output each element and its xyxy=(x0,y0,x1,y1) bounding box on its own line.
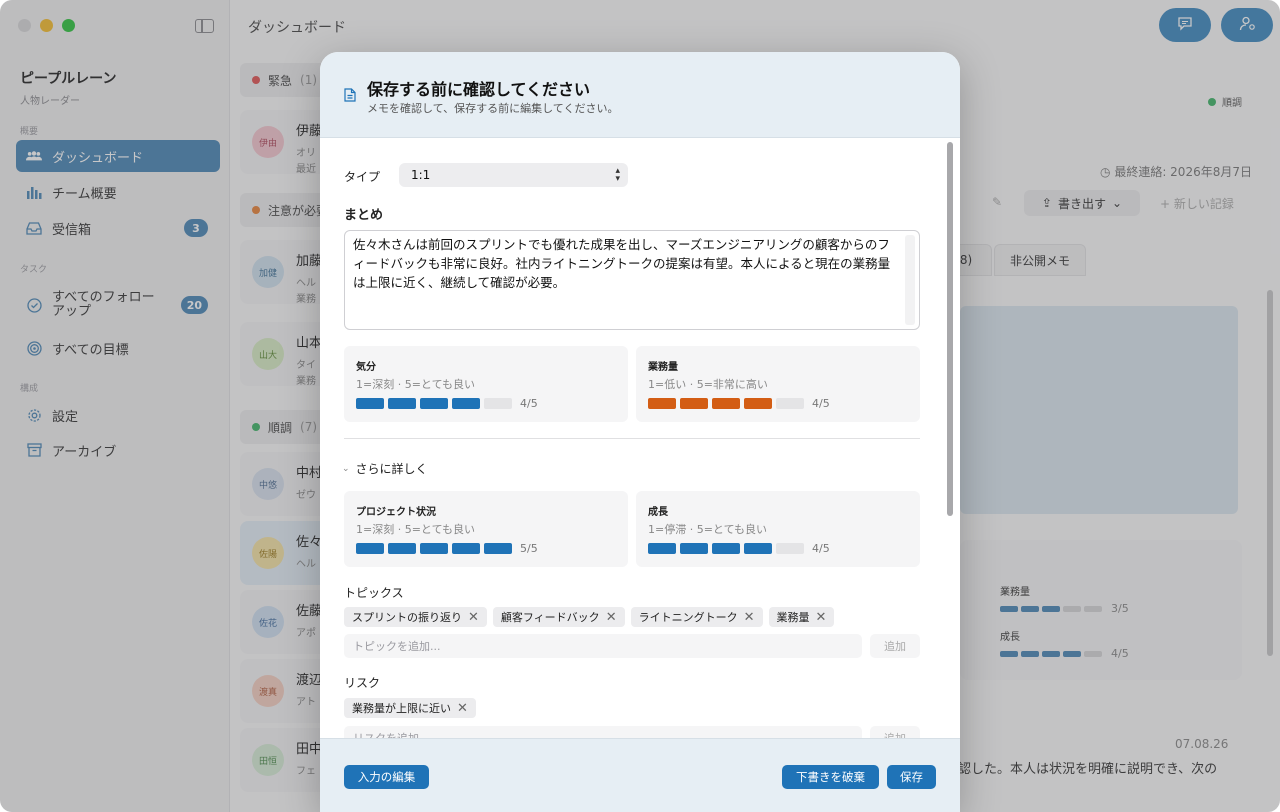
topic-chip: 業務量 ✕ xyxy=(768,607,835,627)
rating-value: 4/5 xyxy=(812,397,830,410)
document-icon xyxy=(344,88,356,105)
topic-chip: 顧客フィードバック ✕ xyxy=(492,607,625,627)
dialog-footer: 入力の編集 下書きを破棄 保存 xyxy=(320,738,960,812)
divider xyxy=(344,438,920,439)
discard-draft-button[interactable]: 下書きを破棄 xyxy=(782,765,879,789)
remove-chip-icon[interactable]: ✕ xyxy=(468,610,479,625)
risk-chip: 業務量が上限に近い ✕ xyxy=(344,698,476,718)
textarea-scrollbar[interactable] xyxy=(905,235,915,325)
rating-title: 気分 xyxy=(356,362,376,373)
rating-segment[interactable] xyxy=(744,398,772,409)
topics-label: トピックス xyxy=(344,586,404,600)
risk-chips: 業務量が上限に近い ✕ xyxy=(344,698,476,718)
workload-rating-card: 業務量 1=低い · 5=非常に高い 4/5 xyxy=(636,346,920,422)
review-dialog: 保存する前に確認してください メモを確認して、保存する前に編集してください。 タ… xyxy=(320,52,960,812)
rating-segment[interactable] xyxy=(452,398,480,409)
rating-segment[interactable] xyxy=(356,543,384,554)
add-topic-button[interactable]: 追加 xyxy=(870,634,920,658)
mood-rating-card: 気分 1=深刻 · 5=とても良い 4/5 xyxy=(344,346,628,422)
rating-segment[interactable] xyxy=(648,543,676,554)
topic-chip: ライトニングトーク ✕ xyxy=(630,607,763,627)
rating-segment[interactable] xyxy=(452,543,480,554)
project-status-rating-card: プロジェクト状況 1=深刻 · 5=とても良い 5/5 xyxy=(344,491,628,567)
type-label: タイプ xyxy=(344,170,381,184)
rating-segment[interactable] xyxy=(744,543,772,554)
growth-rating-bar[interactable]: 4/5 xyxy=(648,542,830,555)
rating-segment[interactable] xyxy=(648,398,676,409)
remove-chip-icon[interactable]: ✕ xyxy=(816,610,827,625)
app-window: ピープルレーン 人物レーダー 概要 ダッシュボード チーム概要 受信箱 3 タス… xyxy=(0,0,1280,812)
rating-scale: 1=深刻 · 5=とても良い xyxy=(356,378,476,391)
more-details-toggle[interactable]: ⌄ さらに詳しく xyxy=(342,460,428,477)
rating-segment[interactable] xyxy=(420,543,448,554)
rating-scale: 1=低い · 5=非常に高い xyxy=(648,378,768,391)
dialog-scrollbar[interactable] xyxy=(947,142,953,516)
rating-scale: 1=深刻 · 5=とても良い xyxy=(356,523,476,536)
rating-value: 5/5 xyxy=(520,542,538,555)
chevron-down-icon: ⌄ xyxy=(342,463,350,474)
rating-segment[interactable] xyxy=(356,398,384,409)
rating-segment[interactable] xyxy=(712,398,740,409)
summary-text: 佐々木さんは前回のスプリントでも優れた成果を出し、マーズエンジニアリングの顧客か… xyxy=(353,237,891,290)
chip-label: 顧客フィードバック xyxy=(500,611,600,624)
rating-segment[interactable] xyxy=(776,543,804,554)
remove-chip-icon[interactable]: ✕ xyxy=(606,610,617,625)
remove-chip-icon[interactable]: ✕ xyxy=(744,610,755,625)
chevron-updown-icon: ▴ ▾ xyxy=(615,166,620,184)
rating-segment[interactable] xyxy=(680,543,708,554)
rating-scale: 1=停滞 · 5=とても良い xyxy=(648,523,768,536)
rating-title: 業務量 xyxy=(648,362,678,373)
add-risk-button[interactable]: 追加 xyxy=(870,726,920,738)
risk-input[interactable] xyxy=(344,726,862,738)
save-button[interactable]: 保存 xyxy=(887,765,936,789)
rating-title: プロジェクト状況 xyxy=(356,507,436,518)
rating-segment[interactable] xyxy=(712,543,740,554)
project-status-rating-bar[interactable]: 5/5 xyxy=(356,542,538,555)
summary-textarea[interactable]: 佐々木さんは前回のスプリントでも優れた成果を出し、マーズエンジニアリングの顧客か… xyxy=(344,230,920,330)
rating-title: 成長 xyxy=(648,507,668,518)
edit-input-button[interactable]: 入力の編集 xyxy=(344,765,429,789)
more-details-label: さらに詳しく xyxy=(355,462,428,476)
growth-rating-card: 成長 1=停滞 · 5=とても良い 4/5 xyxy=(636,491,920,567)
dialog-subtitle: メモを確認して、保存する前に編集してください。 xyxy=(367,102,619,115)
rating-value: 4/5 xyxy=(520,397,538,410)
chip-label: ライトニングトーク xyxy=(638,611,738,624)
risks-label: リスク xyxy=(344,676,381,690)
chip-label: スプリントの振り返り xyxy=(352,611,462,624)
rating-segment[interactable] xyxy=(388,398,416,409)
rating-segment[interactable] xyxy=(420,398,448,409)
rating-value: 4/5 xyxy=(812,542,830,555)
topic-chip: スプリントの振り返り ✕ xyxy=(344,607,487,627)
dialog-body: タイプ 1:1 ▴ ▾ まとめ 佐々木さんは前回のスプリントでも優れた成果を出し、… xyxy=(320,138,960,738)
chip-label: 業務量が上限に近い xyxy=(352,702,451,715)
rating-segment[interactable] xyxy=(388,543,416,554)
summary-label: まとめ xyxy=(344,208,384,223)
chip-label: 業務量 xyxy=(776,611,810,624)
type-value: 1:1 xyxy=(411,168,431,182)
topic-chips: スプリントの振り返り ✕ 顧客フィードバック ✕ ライトニングトーク ✕ 業務量 ✕ xyxy=(344,607,835,627)
type-select[interactable]: 1:1 ▴ ▾ xyxy=(399,163,628,187)
dialog-header: 保存する前に確認してください メモを確認して、保存する前に編集してください。 xyxy=(320,52,960,138)
mood-rating-bar[interactable]: 4/5 xyxy=(356,397,538,410)
workload-rating-bar[interactable]: 4/5 xyxy=(648,397,830,410)
topic-input[interactable] xyxy=(344,634,862,658)
rating-segment[interactable] xyxy=(680,398,708,409)
rating-segment[interactable] xyxy=(484,398,512,409)
remove-chip-icon[interactable]: ✕ xyxy=(457,701,468,716)
dialog-title: 保存する前に確認してください xyxy=(367,80,591,99)
rating-segment[interactable] xyxy=(484,543,512,554)
rating-segment[interactable] xyxy=(776,398,804,409)
